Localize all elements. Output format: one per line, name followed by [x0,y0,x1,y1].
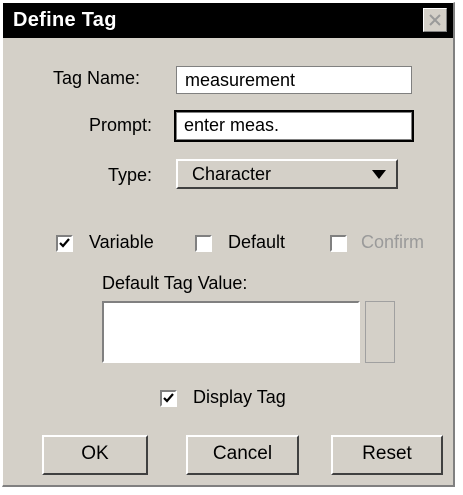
define-tag-dialog: Define Tag Tag Name: measurement Prompt:… [2,2,455,487]
default-label[interactable]: Default [228,232,285,253]
checkmark-icon [163,393,174,403]
title-bar: Define Tag [3,3,453,38]
type-dropdown[interactable]: Character [176,159,398,189]
variable-label[interactable]: Variable [89,232,154,253]
ok-button[interactable]: OK [42,435,148,475]
default-tag-value-input[interactable] [102,301,360,363]
variable-checkbox[interactable] [56,235,73,252]
type-selected-value: Character [192,164,272,184]
close-icon [429,14,441,26]
tag-name-label-text: Tag Name: [53,68,141,88]
default-tag-value-label: Default Tag Value: [102,273,248,293]
close-button[interactable] [423,8,447,32]
tag-name-label: Tag Name: [53,68,140,89]
scrollbar[interactable] [365,301,395,363]
display-tag-checkbox[interactable] [160,390,177,407]
default-checkbox[interactable] [195,235,212,252]
confirm-checkbox [330,235,347,252]
prompt-input[interactable]: enter meas. [174,110,414,142]
checkmark-icon [59,238,70,248]
type-label: Type: [108,165,153,185]
chevron-down-icon [372,170,386,179]
cancel-button[interactable]: Cancel [186,435,299,475]
display-tag-label[interactable]: Display Tag [193,387,286,408]
prompt-label: Prompt: [89,115,153,135]
reset-button[interactable]: Reset [331,435,443,475]
window-title: Define Tag [13,9,117,31]
tag-name-input[interactable]: measurement [176,66,412,94]
confirm-label: Confirm [361,232,425,252]
